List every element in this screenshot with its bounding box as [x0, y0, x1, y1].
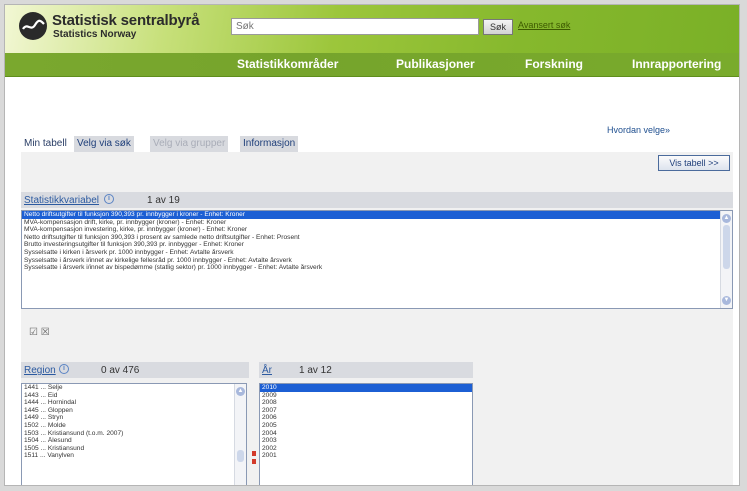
year-option[interactable]: 2003: [260, 437, 472, 445]
region-option[interactable]: 1443 ... Eid: [22, 392, 246, 400]
statistics-variable-count: 1 av 19: [147, 195, 180, 206]
year-list[interactable]: 2010 2009 2008 2007 2006 2005 2004 2003 2002 2001: [259, 383, 473, 485]
year-option[interactable]: 2010: [260, 384, 472, 392]
statistics-variable-option[interactable]: MVA-kompensasjon investering, kirke, pr.…: [22, 226, 732, 234]
info-icon[interactable]: i: [104, 194, 114, 204]
year-option[interactable]: 2006: [260, 414, 472, 422]
statistics-variable-option[interactable]: Netto driftsutgifter til funksjon 390,39…: [22, 234, 732, 242]
statistics-variable-title[interactable]: Statistikkvariabel: [24, 195, 99, 206]
logo-subtitle: Statistics Norway: [53, 29, 137, 40]
region-header: Region i 0 av 476: [21, 362, 249, 378]
year-title[interactable]: År: [262, 365, 272, 376]
tab-velg-via-grupper: Velg via grupper: [150, 136, 229, 152]
region-option[interactable]: 1504 ... Ålesund: [22, 437, 246, 445]
tab-min-tabell[interactable]: Min tabell: [21, 136, 70, 152]
breadcrumb: [5, 77, 739, 87]
tab-velg-via-sok[interactable]: Velg via søk: [74, 136, 134, 152]
scroll-thumb[interactable]: [723, 225, 730, 269]
tab-informasjon[interactable]: Informasjon: [240, 136, 299, 152]
statistics-variable-option[interactable]: Sysselsatte i årsverk i/innet av bispedø…: [22, 264, 732, 272]
statistics-variable-header: Statistikkvariabel i 1 av 19: [21, 192, 733, 208]
year-option[interactable]: 2005: [260, 422, 472, 430]
search-input[interactable]: [231, 18, 479, 35]
region-option[interactable]: 1441 ... Selje: [22, 384, 246, 392]
statistics-variable-option[interactable]: MVA-kompensasjon drift, kirke, pr. innby…: [22, 219, 732, 227]
year-option[interactable]: 2004: [260, 430, 472, 438]
region-option[interactable]: 1444 ... Hornindal: [22, 399, 246, 407]
browser-page: Statistisk sentralbyrå Statistics Norway…: [4, 4, 740, 486]
search-button[interactable]: Søk: [483, 19, 513, 35]
nav-forskning[interactable]: Forskning: [525, 57, 583, 71]
region-title[interactable]: Region: [24, 365, 56, 376]
region-list[interactable]: 1441 ... Selje 1443 ... Eid 1444 ... Horni…: [21, 383, 247, 485]
region-option[interactable]: 1505 ... Kristiansund: [22, 445, 246, 453]
advanced-search-link[interactable]: Avansert søk: [518, 20, 570, 30]
statistics-variable-option[interactable]: Sysselsatte i kirken i årsverk pr. 1000 …: [22, 249, 732, 257]
logo-title: Statistisk sentralbyrå: [52, 12, 200, 29]
year-option[interactable]: 2002: [260, 445, 472, 453]
select-all-none-icons[interactable]: ☑ ☒: [29, 327, 50, 338]
main-navigation: Statistikkområder Publikasjoner Forsknin…: [5, 53, 739, 77]
statistics-variable-option[interactable]: Brutto investeringsutgifter til funksjon…: [22, 241, 732, 249]
region-option[interactable]: 1445 ... Gloppen: [22, 407, 246, 415]
region-option[interactable]: 1511 ... Vanylven: [22, 452, 246, 460]
scroll-up-icon[interactable]: ▲: [236, 387, 245, 396]
how-to-select-link[interactable]: Hvordan velge»: [607, 125, 670, 135]
ssb-logo-icon: [19, 12, 47, 40]
region-option[interactable]: 1502 ... Molde: [22, 422, 246, 430]
sort-arrows-icon[interactable]: [252, 451, 256, 469]
info-icon[interactable]: i: [59, 364, 69, 374]
ssb-logo[interactable]: Statistisk sentralbyrå Statistics Norway: [19, 10, 215, 42]
scrollbar[interactable]: ▲ ▼: [720, 211, 732, 308]
region-option[interactable]: 1449 ... Stryn: [22, 414, 246, 422]
year-option[interactable]: 2009: [260, 392, 472, 400]
nav-statistikkomrader[interactable]: Statistikkområder: [237, 57, 338, 71]
scroll-up-icon[interactable]: ▲: [722, 214, 731, 223]
region-option[interactable]: 1503 ... Kristiansund (t.o.m. 2007): [22, 430, 246, 438]
statistics-variable-option[interactable]: Netto driftsutgifter til funksjon 390,39…: [22, 211, 732, 219]
scroll-thumb[interactable]: [237, 450, 244, 462]
year-count: 1 av 12: [299, 365, 332, 376]
year-option[interactable]: 2008: [260, 399, 472, 407]
nav-publikasjoner[interactable]: Publikasjoner: [396, 57, 475, 71]
region-count: 0 av 476: [101, 365, 140, 376]
show-table-button[interactable]: Vis tabell >>: [658, 155, 730, 171]
statistics-variable-list[interactable]: Netto driftsutgifter til funksjon 390,39…: [21, 210, 733, 309]
year-option[interactable]: 2001: [260, 452, 472, 460]
scroll-down-icon[interactable]: ▼: [722, 296, 731, 305]
statistics-variable-option[interactable]: Sysselsatte i årsverk i/innet av kirkeli…: [22, 257, 732, 265]
nav-innrapportering[interactable]: Innrapportering: [632, 57, 721, 71]
year-option[interactable]: 2007: [260, 407, 472, 415]
year-header: År 1 av 12: [259, 362, 473, 378]
site-header: Statistisk sentralbyrå Statistics Norway…: [5, 5, 739, 53]
scrollbar[interactable]: ▲: [234, 384, 246, 485]
